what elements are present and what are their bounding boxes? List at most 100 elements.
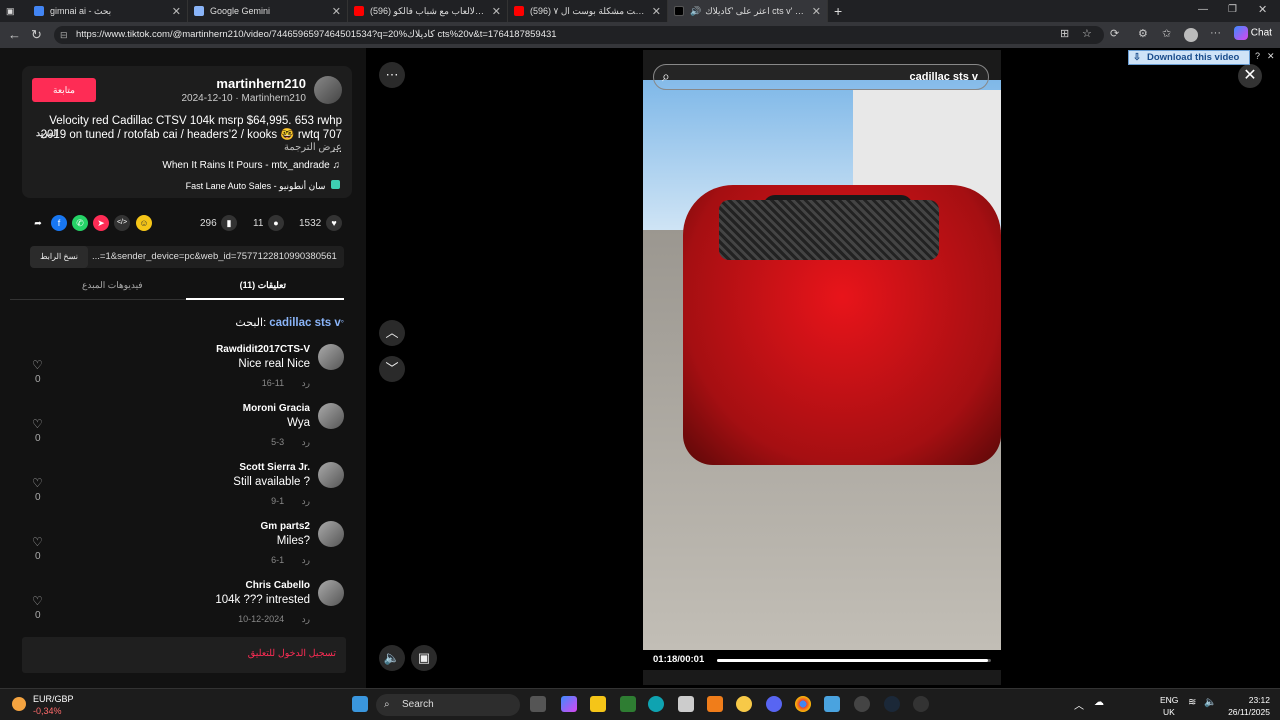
volume-button[interactable]: 🔈 <box>379 645 405 671</box>
store-icon[interactable] <box>620 696 636 712</box>
puzzle-icon[interactable]: ⚙ <box>1138 27 1148 40</box>
close-tab-icon[interactable]: ✕ <box>652 5 661 18</box>
more-options-button[interactable]: ⋯ <box>379 62 405 88</box>
like-heart-icon[interactable]: ♥ <box>326 215 342 231</box>
commenter-avatar[interactable] <box>318 580 344 606</box>
tab-gemini[interactable]: Google Gemini ✕ <box>188 0 348 22</box>
comment-like-icon[interactable]: ♡ <box>32 476 43 490</box>
reply-link[interactable]: رد <box>302 496 310 506</box>
edge-icon[interactable] <box>648 696 664 712</box>
stock-widget-icon[interactable] <box>12 697 26 711</box>
shop-link[interactable]: Fast Lane Auto Sales - سان أنطونيو <box>186 180 340 192</box>
search-icon[interactable]: ⌕ <box>662 68 670 85</box>
comment-like-icon[interactable]: ♡ <box>32 594 43 608</box>
steam-icon[interactable] <box>884 696 900 712</box>
tab-youtube-2[interactable]: (596) أخيرا حليت مشكلة بوست ال ٧ ✕ <box>508 0 668 22</box>
profile-avatar[interactable] <box>1184 28 1198 42</box>
file-explorer-icon[interactable] <box>590 696 606 712</box>
minimize-icon[interactable]: — <box>1198 4 1208 15</box>
vlc-icon[interactable] <box>707 696 723 712</box>
task-view-icon[interactable] <box>530 696 546 712</box>
discord-icon[interactable] <box>736 696 752 712</box>
onedrive-icon[interactable]: ☁ <box>1094 697 1104 708</box>
tab-tiktok[interactable]: 🔊 اعثر على 'كاديلاك cts v' على ... ✕ <box>668 0 828 22</box>
facebook-icon[interactable]: f <box>51 215 67 231</box>
pip-button[interactable]: ▣ <box>411 645 437 671</box>
app-icon[interactable]: ⊞ <box>1060 27 1069 40</box>
speaker-icon[interactable]: 🔈 <box>1204 697 1216 708</box>
seek-track[interactable] <box>717 659 991 662</box>
commenter-avatar[interactable] <box>318 403 344 429</box>
download-video-button[interactable]: ⇩ Download this video <box>1128 50 1250 65</box>
embed-icon[interactable]: </> <box>114 215 130 231</box>
close-video-button[interactable]: ✕ <box>1238 64 1262 88</box>
previous-video-button[interactable]: ︿ <box>379 320 405 346</box>
comment-like-icon[interactable]: ♡ <box>32 358 43 372</box>
creator-avatar[interactable] <box>314 76 342 104</box>
commenter-name[interactable]: Scott Sierra Jr. <box>239 462 310 473</box>
commenter-name[interactable]: Gm parts2 <box>261 521 310 532</box>
favorite-star-icon[interactable]: ☆ <box>1082 27 1092 40</box>
help-icon[interactable]: ? <box>1255 51 1260 61</box>
commenter-name[interactable]: Rawdidit2017CTS-V <box>216 344 310 355</box>
whatsapp-icon[interactable]: ✆ <box>72 215 88 231</box>
copilot-chat-button[interactable]: Chat <box>1234 26 1272 40</box>
copy-link-button[interactable]: نسخ الرابط <box>30 246 88 268</box>
discord-app-icon[interactable] <box>766 696 782 712</box>
tray-chevron-icon[interactable]: ︿ <box>1074 697 1084 712</box>
close-tab-icon[interactable]: ✕ <box>172 5 181 18</box>
close-tab-icon[interactable]: ✕ <box>332 5 341 18</box>
commenter-name[interactable]: Chris Cabello <box>246 580 310 591</box>
reply-link[interactable]: رد <box>302 437 310 447</box>
video-player[interactable]: ⌕ cadillac sts v 01:18/00:01 <box>643 50 1001 685</box>
language-indicator[interactable]: ENG <box>1160 695 1178 705</box>
game-icon[interactable] <box>913 696 929 712</box>
site-info-icon[interactable]: ⊟ <box>60 26 68 44</box>
bookmark-icon[interactable]: ▮ <box>221 215 237 231</box>
emoji-icon[interactable]: ☺ <box>136 215 152 231</box>
url-field[interactable]: ⊟ https://www.tiktok.com/@martinhern210/… <box>54 26 1104 44</box>
reply-link[interactable]: رد <box>302 555 310 565</box>
restore-icon[interactable]: ❐ <box>1228 4 1237 15</box>
taskbar-search[interactable]: ⌕ Search <box>376 694 520 716</box>
share-arrow-icon[interactable]: ➦ <box>30 215 46 231</box>
media-icon[interactable] <box>854 696 870 712</box>
speaker-icon[interactable]: 🔊 <box>690 6 701 17</box>
tab-gimnai[interactable]: gimnai ai - بحث ✕ <box>28 0 188 22</box>
back-icon[interactable]: ← <box>8 27 21 42</box>
windows-start-icon[interactable] <box>352 696 368 712</box>
chrome-icon[interactable] <box>795 696 811 712</box>
telegram-icon[interactable]: ➤ <box>93 215 109 231</box>
comment-like-icon[interactable]: ♡ <box>32 417 43 431</box>
reply-link[interactable]: رد <box>302 378 310 388</box>
music-link[interactable]: When It Rains It Pours - mtx_andrade ♫ <box>162 160 340 171</box>
more-menu-icon[interactable]: ··· <box>1210 27 1221 39</box>
commenter-name[interactable]: Moroni Gracia <box>243 403 310 414</box>
favorites-icon[interactable]: ✩ <box>1162 27 1171 40</box>
commenter-avatar[interactable] <box>318 344 344 370</box>
dismiss-icon[interactable]: ✕ <box>1267 51 1275 62</box>
next-video-button[interactable]: ﹀ <box>379 356 405 382</box>
related-search[interactable]: البحث: cadillac sts v° <box>235 316 344 329</box>
widget-title[interactable]: EUR/GBP <box>33 694 74 704</box>
comment-icon[interactable]: ● <box>268 215 284 231</box>
more-link[interactable]: المزيد <box>36 128 59 139</box>
copilot-icon[interactable] <box>561 696 577 712</box>
tab-creator-videos[interactable]: فيديوهات المبدع <box>82 280 143 291</box>
close-tab-icon[interactable]: ✕ <box>812 5 821 18</box>
creator-username[interactable]: martinhern210 <box>216 76 306 91</box>
comment-like-icon[interactable]: ♡ <box>32 535 43 549</box>
commenter-avatar[interactable] <box>318 462 344 488</box>
reply-link[interactable]: رد <box>302 614 310 624</box>
app-icon[interactable] <box>678 696 694 712</box>
follow-button[interactable]: متابعة <box>32 78 96 102</box>
close-window-icon[interactable]: ✕ <box>1258 3 1267 16</box>
tab-comments[interactable]: (11) تعليقات <box>240 280 286 291</box>
commenter-avatar[interactable] <box>318 521 344 547</box>
video-search-bar[interactable]: ⌕ cadillac sts v <box>653 64 989 90</box>
close-tab-icon[interactable]: ✕ <box>492 5 501 18</box>
refresh-icon[interactable]: ↻ <box>31 27 42 43</box>
window-icon[interactable] <box>824 696 840 712</box>
new-tab-button[interactable]: + <box>828 0 858 22</box>
translate-link[interactable]: عرض الترجمة <box>284 142 342 153</box>
